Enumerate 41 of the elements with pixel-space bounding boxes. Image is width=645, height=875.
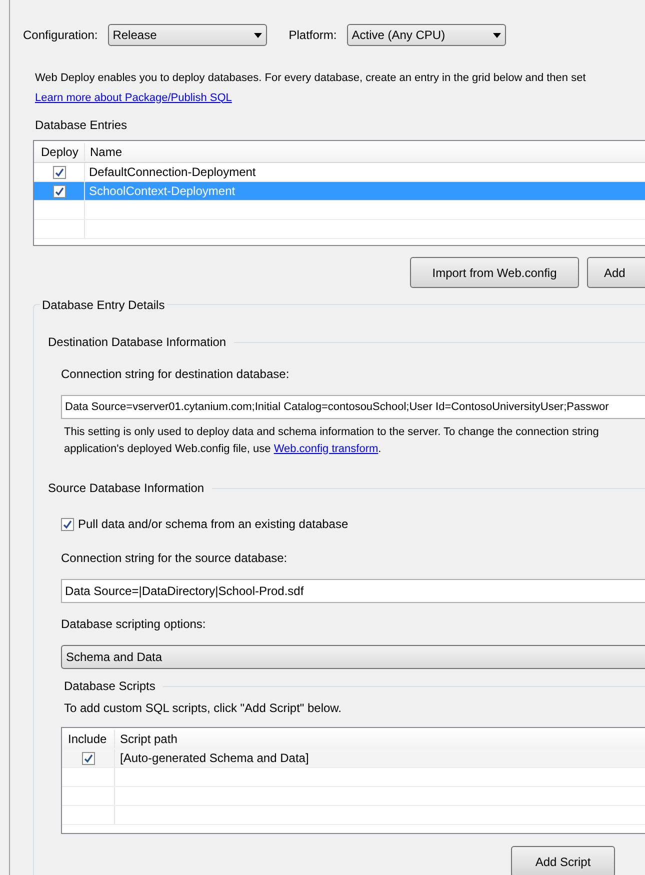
column-header: Script path <box>119 730 178 748</box>
script-path: [Auto-generated Schema and Data] <box>119 750 309 767</box>
entry-name: SchoolContext-Deployment <box>88 183 236 200</box>
destination-note: This setting is only used to deploy data and schema information to the server. To change the connection string <box>63 425 600 440</box>
field-label: Database scripting options: <box>61 616 207 633</box>
learn-more-link[interactable]: Learn more about Package/Publish SQL <box>35 90 232 106</box>
column-header: Include <box>62 730 115 748</box>
destination-note: application's deployed Web.config file, use Web.config transform. <box>63 442 382 456</box>
destination-connection-field[interactable]: Data Source=vserver01.cytanium.com;Initial Catalog=contosouSchool;User Id=ContosoUniversityUser;Passwor <box>61 395 645 419</box>
configuration-label: Configuration: <box>23 27 98 44</box>
checkbox[interactable] <box>52 166 66 178</box>
platform-label: Platform: <box>288 27 337 44</box>
add-button[interactable]: Add <box>587 257 645 288</box>
section-heading: Database Entries <box>35 117 128 134</box>
field-label: Connection string for destination database: <box>61 366 290 383</box>
add-script-button[interactable]: Add Script <box>511 846 615 875</box>
field-label: Connection string for the source database: <box>61 550 288 567</box>
section-heading: Source Database Information <box>48 480 204 497</box>
configuration-dropdown[interactable]: Release <box>108 24 267 46</box>
column-header: Name <box>89 144 122 160</box>
column-header: Deploy <box>34 142 85 160</box>
entry-name: DefaultConnection-Deployment <box>88 164 256 181</box>
check-icon <box>63 520 72 528</box>
intro-text: Web Deploy enables you to deploy databases. For every database, create an entry in the grid below and then set <box>35 71 587 86</box>
scripting-options-dropdown[interactable]: Schema and Data <box>61 645 645 669</box>
pull-data-label: Pull data and/or schema from an existing database <box>78 516 348 533</box>
dropdown-arrow-icon <box>254 32 262 38</box>
dropdown-arrow-icon <box>492 32 501 38</box>
source-connection-field[interactable]: Data Source=|DataDirectory|School-Prod.sdf <box>61 579 645 603</box>
scripts-hint: To add custom SQL scripts, click "Add Script" below. <box>63 700 343 717</box>
import-button[interactable]: Import from Web.config <box>410 257 579 288</box>
checkbox[interactable] <box>52 184 66 198</box>
platform-dropdown[interactable]: Active (Any CPU) <box>346 24 506 46</box>
check-icon <box>84 754 92 762</box>
checkbox[interactable] <box>61 518 74 530</box>
check-icon <box>54 168 64 176</box>
transform-link[interactable]: Web.config transform <box>274 442 378 454</box>
section-heading: Destination Database Information <box>48 334 226 351</box>
section-heading: Database Scripts <box>64 678 156 695</box>
checkbox[interactable] <box>82 752 94 764</box>
check-icon <box>54 186 64 196</box>
